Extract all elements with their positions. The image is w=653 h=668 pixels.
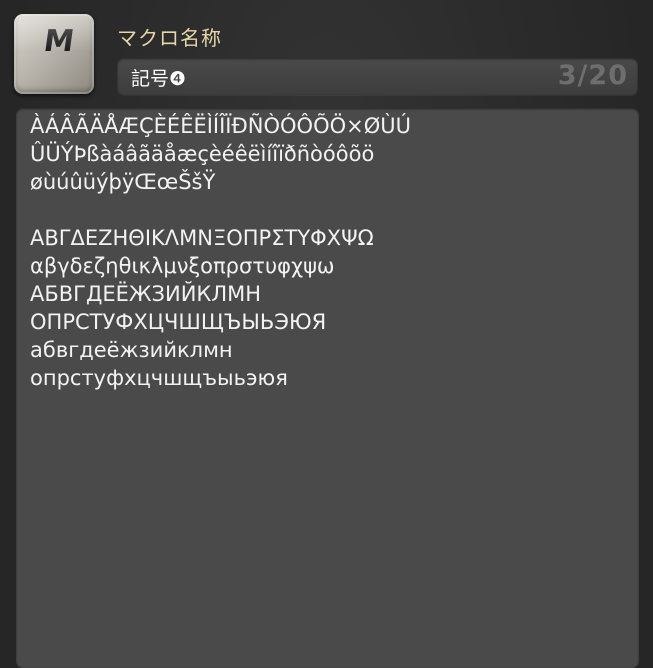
macro-icon-letter: M xyxy=(41,24,77,59)
macro-name-input[interactable]: 記号❹ 3/20 xyxy=(117,58,638,95)
macro-name-label: マクロ名称 xyxy=(117,26,222,50)
macro-name-value: 記号❹ xyxy=(131,68,187,90)
char-count: 3/20 xyxy=(557,60,628,91)
macro-line-3: øùúûüýþÿŒœŠšŸ xyxy=(30,170,216,194)
macro-line-8: ОПРСТУФХЦЧШЩЪЫЬЭЮЯ xyxy=(30,310,327,334)
macro-body-textarea[interactable]: ÀÁÂÃÄÅÆÇÈÉÊËÌÍÎÏÐÑÒÓÔÕÖ×ØÙÚ ÛÜÝÞßàáâãäåæ… xyxy=(16,108,639,668)
macro-line-9: абвгдеёжзийклмн xyxy=(30,338,233,362)
macro-line-1: ÀÁÂÃÄÅÆÇÈÉÊËÌÍÎÏÐÑÒÓÔÕÖ×ØÙÚ xyxy=(30,114,411,138)
macro-line-6: αβγδεζηθικλμνξοπρστυφχψω xyxy=(30,254,335,278)
macro-line-2: ÛÜÝÞßàáâãäåæçèéêëìíîïðñòóôõö xyxy=(30,142,375,166)
macro-icon-button[interactable]: M xyxy=(14,14,94,94)
macro-line-10: опрстуфхцчшщъыьэюя xyxy=(30,366,288,390)
macro-line-7: АБВГДЕЁЖЗИЙКЛМН xyxy=(30,282,262,306)
macro-body-lines: ÀÁÂÃÄÅÆÇÈÉÊËÌÍÎÏÐÑÒÓÔÕÖ×ØÙÚ ÛÜÝÞßàáâãäåæ… xyxy=(30,112,635,392)
macro-line-5: ΑΒΓΔΕΖΗΘΙΚΛΜΝΞΟΠΡΣΤΥΦΧΨΩ xyxy=(30,226,374,250)
macro-line-4 xyxy=(30,196,635,224)
